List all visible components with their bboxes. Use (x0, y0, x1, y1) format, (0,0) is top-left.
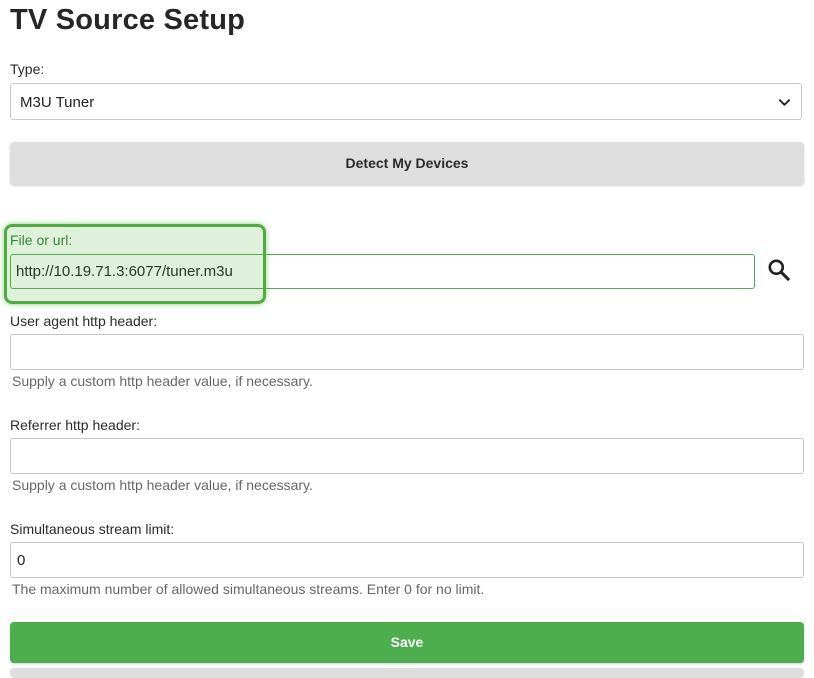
stream-limit-input[interactable] (10, 542, 804, 578)
url-input[interactable] (10, 254, 755, 289)
page-title: TV Source Setup (10, 4, 246, 36)
type-label: Type: (10, 61, 45, 77)
referrer-label: Referrer http header: (10, 417, 140, 433)
type-select-value: M3U Tuner (20, 94, 95, 111)
detect-devices-button[interactable]: Detect My Devices (10, 142, 804, 185)
user-agent-help: Supply a custom http header value, if ne… (12, 373, 313, 389)
user-agent-label: User agent http header: (10, 313, 158, 329)
save-button[interactable]: Save (10, 622, 804, 663)
user-agent-input[interactable] (10, 334, 804, 370)
referrer-input[interactable] (10, 438, 804, 474)
stream-limit-label: Simultaneous stream limit: (10, 521, 175, 537)
url-label: File or url: (10, 232, 73, 248)
stream-limit-help: The maximum number of allowed simultaneo… (12, 581, 485, 597)
search-icon[interactable] (766, 257, 792, 283)
referrer-help: Supply a custom http header value, if ne… (12, 477, 313, 493)
type-select[interactable]: M3U Tuner (10, 83, 802, 120)
chevron-down-icon (778, 99, 791, 106)
next-button[interactable] (10, 668, 804, 678)
